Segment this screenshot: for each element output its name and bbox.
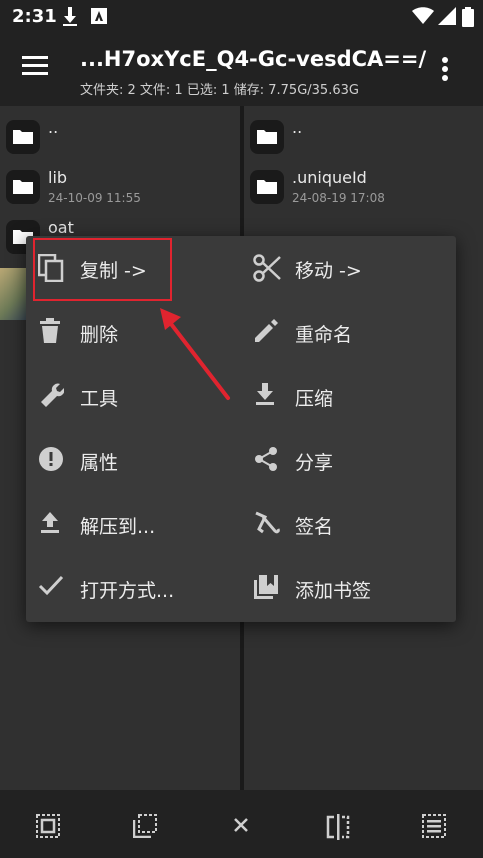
select-none-icon[interactable] [132, 814, 157, 839]
check-icon [38, 574, 66, 602]
app-notification-icon [90, 7, 108, 29]
menu-item-label: 压缩 [295, 388, 334, 410]
menu-item-share[interactable]: 分享 [241, 428, 456, 492]
folder-icon [250, 120, 284, 154]
menu-item-label: 分享 [295, 452, 334, 474]
image-thumbnail[interactable] [0, 268, 28, 320]
app-bar: ...H7oxYcE_Q4-Gc-vesdCA==/ 文件夹: 2 文件: 1 … [0, 34, 483, 106]
menu-item-label: 重命名 [295, 324, 353, 346]
signal-icon [438, 7, 456, 29]
menu-icon[interactable] [22, 56, 54, 82]
select-all-icon[interactable] [36, 814, 60, 838]
folder-stats: 文件夹: 2 文件: 1 已选: 1 储存: 7.75G/35.63G [80, 83, 359, 98]
edit-icon [253, 318, 281, 346]
file-row[interactable]: .. [244, 114, 483, 164]
wifi-icon [412, 7, 434, 29]
menu-item-extract[interactable]: 解压到... [26, 492, 241, 556]
file-date: 24-10-09 11:55 [48, 191, 141, 205]
menu-item-label: 签名 [295, 516, 334, 538]
info-icon [38, 446, 66, 474]
bookmark-icon [253, 574, 281, 602]
upload-icon [38, 510, 66, 538]
folder-icon [6, 120, 40, 154]
file-row[interactable]: lib 24-10-09 11:55 [0, 164, 240, 214]
menu-item-label: 属性 [80, 452, 119, 474]
file-row[interactable]: .uniqueId 24-08-19 17:08 [244, 164, 483, 214]
bottom-toolbar [0, 790, 483, 858]
file-date: 24-08-19 17:08 [292, 191, 385, 205]
close-icon[interactable] [230, 814, 254, 838]
folder-icon [6, 170, 40, 204]
file-row[interactable]: .. [0, 114, 240, 164]
menu-item-move[interactable]: 移动 -> [241, 236, 456, 300]
menu-item-label: 添加书签 [295, 580, 372, 602]
status-bar: 2:31 [0, 0, 483, 34]
highlight-box [33, 238, 172, 301]
list-view-icon[interactable] [422, 814, 446, 838]
menu-item-sign[interactable]: 签名 [241, 492, 456, 556]
file-name: .. [292, 118, 303, 137]
delete-icon [38, 318, 66, 346]
signature-icon [253, 510, 281, 538]
page-title: ...H7oxYcE_Q4-Gc-vesdCA==/ [80, 47, 427, 71]
menu-item-compress[interactable]: 压缩 [241, 364, 456, 428]
more-vert-icon[interactable] [441, 56, 461, 86]
menu-item-properties[interactable]: 属性 [26, 428, 241, 492]
download-icon [253, 382, 281, 410]
file-name: lib [48, 168, 68, 187]
battery-icon [462, 7, 474, 31]
wrench-icon [38, 382, 66, 410]
menu-item-label: 打开方式... [80, 580, 175, 602]
folder-icon [250, 170, 284, 204]
menu-item-label: 删除 [80, 324, 119, 346]
file-name: oat [48, 218, 74, 237]
menu-item-add-bookmark[interactable]: 添加书签 [241, 556, 456, 620]
menu-item-label: 工具 [80, 388, 119, 410]
cut-icon [253, 254, 281, 282]
share-icon [253, 446, 281, 474]
file-name: .. [48, 118, 59, 137]
split-view-icon[interactable] [326, 814, 350, 840]
download-icon [62, 7, 78, 31]
status-time: 2:31 [12, 6, 57, 27]
menu-item-open-with[interactable]: 打开方式... [26, 556, 241, 620]
annotation-arrow [160, 308, 230, 400]
menu-item-rename[interactable]: 重命名 [241, 300, 456, 364]
menu-item-label: 解压到... [80, 516, 156, 538]
menu-item-label: 移动 -> [295, 260, 362, 282]
file-name: .uniqueId [292, 168, 367, 187]
